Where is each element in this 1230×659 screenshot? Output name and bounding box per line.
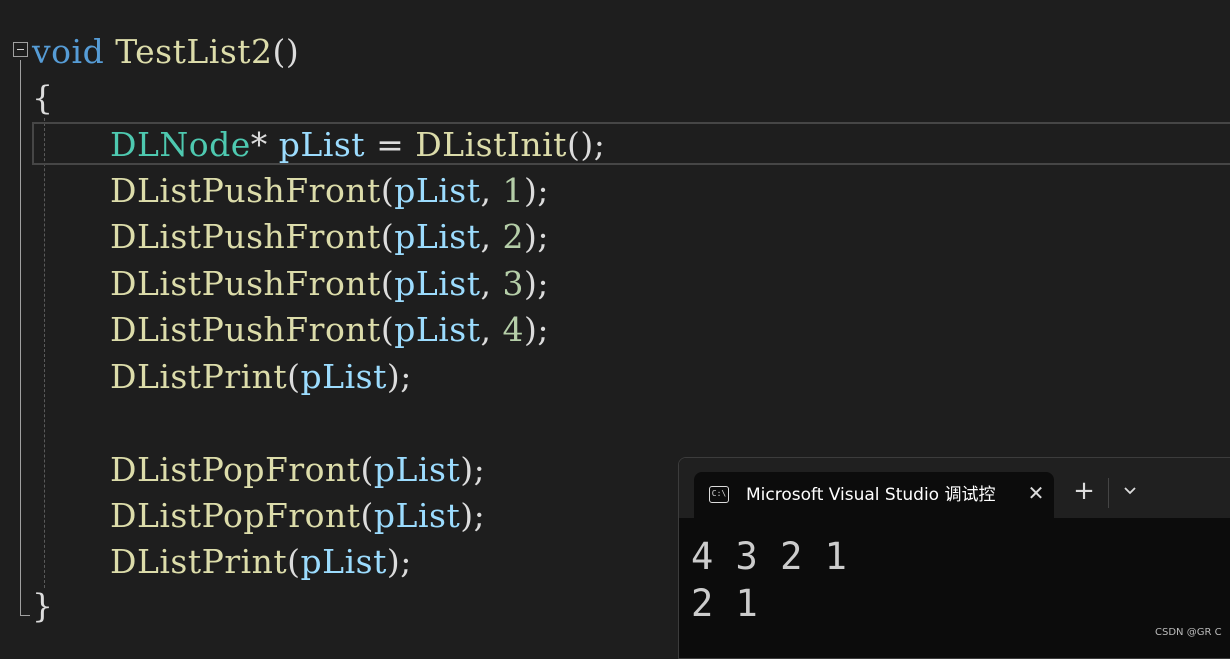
code-line-4[interactable]: DListPushFront(pList, 1); <box>110 168 549 214</box>
fold-guide <box>20 60 21 615</box>
number-literal: 2 <box>502 217 524 256</box>
punctuation: ); <box>523 217 549 256</box>
watermark: CSDN @GR C <box>1155 627 1222 638</box>
function-name: DListPushFront <box>110 171 381 210</box>
code-line-10[interactable]: DListPopFront(pList); <box>110 447 485 493</box>
variable: pList <box>278 125 366 164</box>
tab-title: Microsoft Visual Studio 调试控制台 <box>746 485 996 505</box>
punctuation: ( <box>380 171 395 210</box>
code-line-6[interactable]: DListPushFront(pList, 3); <box>110 261 549 307</box>
punctuation: ( <box>360 496 374 535</box>
punctuation: , <box>480 171 503 210</box>
code-line-13[interactable]: } <box>32 583 54 629</box>
punctuation: , <box>480 264 503 303</box>
variable: pList <box>394 264 481 303</box>
code-line-12[interactable]: DListPrint(pList); <box>110 539 412 585</box>
punctuation: ( <box>360 450 374 489</box>
chevron-down-icon[interactable] <box>1119 480 1141 502</box>
punctuation: * <box>250 125 279 164</box>
operator: = <box>365 125 416 164</box>
punctuation: ( <box>380 310 395 349</box>
indent-guide <box>44 118 45 588</box>
variable: pList <box>300 357 387 396</box>
code-line-7[interactable]: DListPushFront(pList, 4); <box>110 307 549 353</box>
debug-console-window[interactable]: C:\ Microsoft Visual Studio 调试控制台 ✕ + 4 … <box>678 457 1230 659</box>
variable: pList <box>373 496 461 535</box>
punctuation: ); <box>386 542 412 581</box>
output-line-2: 2 1 <box>691 582 758 625</box>
code-line-2[interactable]: { <box>32 75 54 121</box>
variable: pList <box>394 310 481 349</box>
keyword: void <box>32 32 105 71</box>
console-icon: C:\ <box>709 486 729 503</box>
code-line-1[interactable]: void TestList2() <box>32 29 299 75</box>
punctuation: ); <box>523 310 549 349</box>
function-name: DListInit <box>415 125 567 164</box>
punctuation: ( <box>287 357 301 396</box>
code-line-5[interactable]: DListPushFront(pList, 2); <box>110 214 549 260</box>
punctuation: ); <box>523 171 549 210</box>
close-icon[interactable]: ✕ <box>1024 481 1048 505</box>
number-literal: 3 <box>502 264 524 303</box>
output-line-1: 4 3 2 1 <box>691 535 847 578</box>
code-line-8[interactable]: DListPrint(pList); <box>110 354 412 400</box>
variable: pList <box>394 217 481 256</box>
fold-guide-end <box>20 615 30 616</box>
punctuation: ); <box>460 496 486 535</box>
variable: pList <box>300 542 387 581</box>
number-literal: 4 <box>502 310 524 349</box>
code-line-3[interactable]: DLNode* pList = DListInit(); <box>110 122 605 168</box>
punctuation: , <box>480 217 503 256</box>
function-name: DListPopFront <box>110 450 361 489</box>
punctuation: ); <box>386 357 412 396</box>
terminal-tab[interactable]: C:\ Microsoft Visual Studio 调试控制台 ✕ <box>694 472 1054 518</box>
open-brace: { <box>32 78 54 117</box>
variable: pList <box>373 450 461 489</box>
terminal-titlebar[interactable]: C:\ Microsoft Visual Studio 调试控制台 ✕ + <box>679 458 1230 518</box>
punctuation: ); <box>460 450 486 489</box>
punctuation: ); <box>523 264 549 303</box>
punctuation: ( <box>287 542 301 581</box>
function-name: DListPopFront <box>110 496 361 535</box>
console-output: 4 3 2 12 1 <box>691 533 847 627</box>
number-literal: 1 <box>502 171 524 210</box>
titlebar-divider <box>1108 478 1109 508</box>
function-name: DListPushFront <box>110 264 381 303</box>
function-name: DListPrint <box>110 357 288 396</box>
function-name: DListPrint <box>110 542 288 581</box>
function-name: DListPushFront <box>110 217 381 256</box>
variable: pList <box>394 171 481 210</box>
punctuation: ( <box>380 217 395 256</box>
punctuation: (); <box>566 125 606 164</box>
close-brace: } <box>32 586 54 625</box>
punctuation: () <box>272 32 300 71</box>
code-line-11[interactable]: DListPopFront(pList); <box>110 493 485 539</box>
new-tab-icon[interactable]: + <box>1071 478 1097 504</box>
collapse-toggle-icon[interactable] <box>13 42 28 57</box>
punctuation: ( <box>380 264 395 303</box>
function-name: DListPushFront <box>110 310 381 349</box>
function-name: TestList2 <box>115 32 273 71</box>
type-name: DLNode <box>110 125 251 164</box>
punctuation: , <box>480 310 503 349</box>
